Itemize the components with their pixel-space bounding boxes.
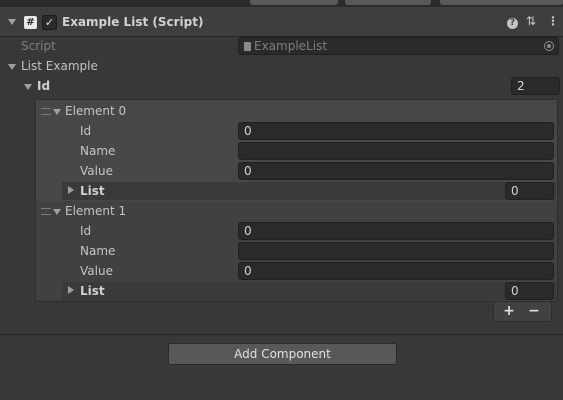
- list-size-field[interactable]: 2: [511, 77, 560, 95]
- element-1-foldout-icon[interactable]: [53, 209, 61, 215]
- element-0-value-label: Value: [80, 164, 113, 178]
- element-1-name-label: Name: [80, 244, 116, 258]
- remove-element-button[interactable]: −: [523, 302, 545, 321]
- element-1-list-row: [62, 282, 556, 300]
- component-title: Example List (Script): [62, 15, 204, 29]
- element-0-value-field[interactable]: 0: [238, 162, 554, 180]
- element-1-label[interactable]: Element 1: [65, 204, 126, 218]
- element-1-name-field[interactable]: [238, 242, 554, 260]
- element-1-list-size-field[interactable]: 0: [505, 282, 554, 300]
- drag-handle-icon[interactable]: [41, 208, 51, 215]
- list-example-foldout-icon[interactable]: [8, 64, 16, 70]
- element-0-label[interactable]: Element 0: [65, 104, 126, 118]
- menu-icon[interactable]: ⋮: [547, 14, 559, 28]
- help-icon[interactable]: ?: [507, 14, 518, 29]
- presets-icon[interactable]: ⇅: [526, 14, 536, 28]
- script-object-field[interactable]: ExampleList: [238, 37, 559, 55]
- element-0-id-field[interactable]: 0: [238, 122, 554, 140]
- element-1-value-field[interactable]: 0: [238, 262, 554, 280]
- add-element-button[interactable]: +: [498, 302, 520, 321]
- toolbar-button-left[interactable]: [250, 0, 338, 5]
- element-1-id-field[interactable]: 0: [238, 222, 554, 240]
- object-picker-icon[interactable]: [544, 41, 554, 51]
- element-0-name-field[interactable]: [238, 142, 554, 160]
- element-0-list-row: [62, 182, 556, 200]
- component-divider: [0, 334, 563, 335]
- id-list-label[interactable]: Id: [37, 79, 50, 93]
- list-example-label[interactable]: List Example: [21, 59, 98, 73]
- element-0-list-foldout-icon[interactable]: [68, 186, 74, 194]
- toolbar-button-right[interactable]: [440, 0, 563, 5]
- element-0-foldout-icon[interactable]: [53, 109, 61, 115]
- element-1-value-label: Value: [80, 264, 113, 278]
- id-foldout-icon[interactable]: [24, 84, 32, 90]
- component-header[interactable]: # ✓ Example List (Script) ? ⇅ ⋮: [0, 7, 563, 37]
- script-icon: #: [24, 16, 37, 29]
- help-icon-glyph: ?: [507, 18, 518, 29]
- foldout-expanded-icon[interactable]: [8, 19, 16, 25]
- element-0-name-label: Name: [80, 144, 116, 158]
- element-1-list-foldout-icon[interactable]: [68, 286, 74, 294]
- element-0-list-label[interactable]: List: [80, 184, 105, 198]
- toolbar-button-middle[interactable]: [345, 0, 431, 5]
- add-component-button[interactable]: Add Component: [168, 343, 397, 365]
- element-0-id-label: Id: [80, 124, 92, 138]
- script-field-value: ExampleList: [254, 39, 328, 53]
- list-add-remove-box: + −: [493, 302, 552, 322]
- element-0-list-size-field[interactable]: 0: [505, 182, 554, 200]
- element-1-id-label: Id: [80, 224, 92, 238]
- top-strip: [0, 0, 563, 7]
- drag-handle-icon[interactable]: [41, 108, 51, 115]
- script-asset-icon: [244, 42, 251, 51]
- script-label: Script: [21, 39, 56, 53]
- element-1-list-label[interactable]: List: [80, 284, 105, 298]
- enabled-checkbox[interactable]: ✓: [42, 15, 57, 30]
